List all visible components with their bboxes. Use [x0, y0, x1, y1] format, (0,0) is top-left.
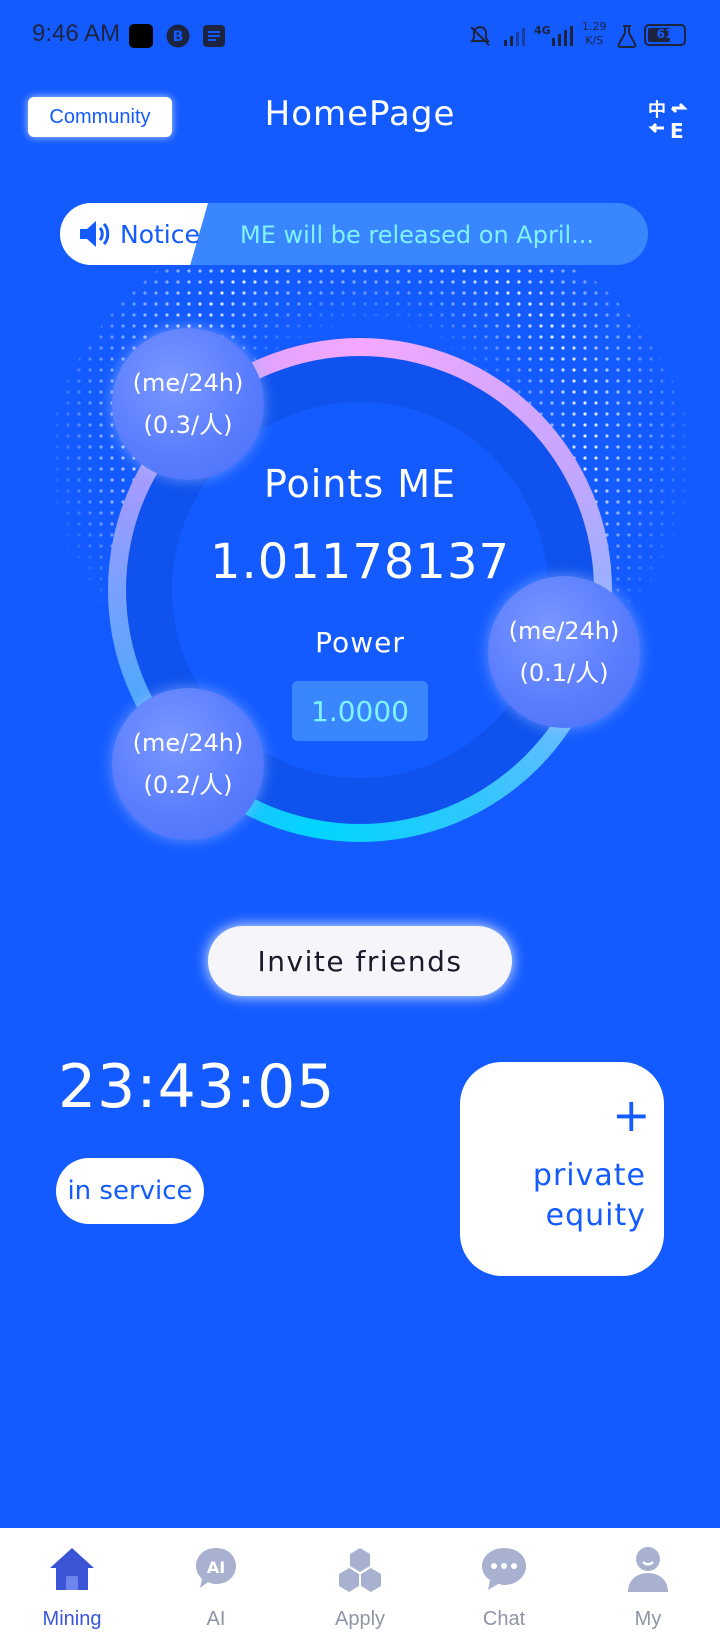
bubble-share: (0.1/人): [519, 659, 609, 687]
power-value: 1.0000: [292, 681, 428, 741]
bubble-share: (0.3/人): [143, 411, 233, 439]
nav-item-ai[interactable]: AI AI: [144, 1528, 288, 1640]
page-title: HomePage: [264, 94, 456, 134]
mining-bubble-0.3[interactable]: (me/24h) (0.3/人): [112, 328, 264, 480]
speaker-icon: [80, 221, 110, 247]
status-bar: 9:46 AM B 4G 1.29 K/S 61: [0, 0, 720, 72]
nav-label-mining: Mining: [42, 1608, 102, 1630]
service-status-badge: in service: [56, 1158, 204, 1224]
bubble-rate: (me/24h): [132, 729, 244, 757]
private-equity-label-line2: equity: [545, 1198, 646, 1233]
mining-bubble-0.1[interactable]: (me/24h) (0.1/人): [488, 576, 640, 728]
network-type: 4G: [534, 24, 551, 37]
plus-icon: +: [612, 1088, 651, 1142]
nav-item-apply[interactable]: Apply: [288, 1528, 432, 1640]
ai-icon: AI: [196, 1548, 236, 1588]
notice-text: ME will be released on April...: [240, 221, 595, 249]
nav-label-apply: Apply: [334, 1608, 386, 1630]
language-switch-icon[interactable]: 中 E: [646, 96, 690, 140]
battery-icon: 61: [644, 24, 686, 46]
network-speed: 1.29 K/S: [582, 20, 607, 47]
lab-flask-icon: [617, 25, 637, 48]
nav-item-my[interactable]: My: [576, 1528, 720, 1640]
app-notification-icon: [129, 24, 153, 48]
bubble-rate: (me/24h): [508, 617, 620, 645]
notice-label: Notice: [120, 220, 200, 249]
private-equity-label-line1: private: [532, 1158, 646, 1193]
points-label: Points ME: [263, 462, 457, 506]
bubble-rate: (me/24h): [132, 369, 244, 397]
bubble-share: (0.2/人): [143, 771, 233, 799]
user-icon: [628, 1547, 668, 1592]
nav-label-my: My: [634, 1608, 662, 1630]
countdown-timer: 23:43:05: [58, 1052, 336, 1122]
points-value: 1.01178137: [209, 534, 511, 590]
mining-bubble-0.2[interactable]: (me/24h) (0.2/人): [112, 688, 264, 840]
svg-text:E: E: [670, 119, 684, 140]
mute-icon: [470, 25, 490, 46]
svg-text:AI: AI: [207, 1558, 225, 1577]
nav-label-ai: AI: [206, 1608, 226, 1630]
notes-icon: [203, 25, 225, 47]
signal-4g-icon: [552, 26, 573, 46]
svg-text:中: 中: [648, 99, 666, 121]
apps-icon: [339, 1548, 381, 1592]
bottom-nav: Mining AI AI Apply Chat My: [0, 1528, 720, 1640]
chat-icon: [482, 1548, 526, 1590]
nav-item-chat[interactable]: Chat: [432, 1528, 576, 1640]
nav-item-mining[interactable]: Mining: [0, 1528, 144, 1640]
notice-bar[interactable]: Notice ME will be released on April...: [60, 203, 648, 265]
invite-friends-button[interactable]: Invite friends: [208, 926, 512, 996]
bitcoin-icon: B: [166, 24, 190, 48]
nav-label-chat: Chat: [482, 1608, 526, 1630]
status-time: 9:46 AM: [32, 20, 121, 47]
signal-icon: [504, 28, 525, 46]
svg-text:B: B: [173, 29, 184, 45]
home-icon: [50, 1548, 94, 1590]
